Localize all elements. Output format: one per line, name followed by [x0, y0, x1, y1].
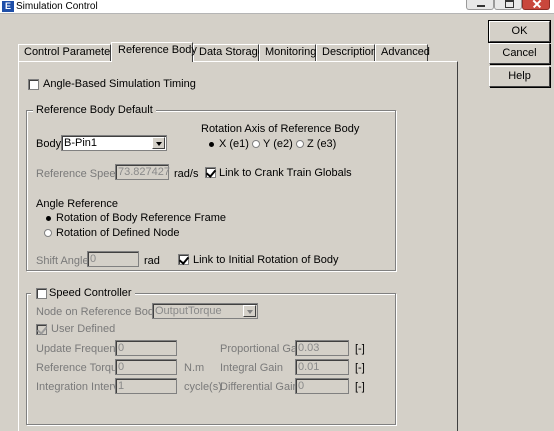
- integral-gain-label: Integral Gain: [220, 362, 283, 374]
- radio-axis-x[interactable]: [209, 142, 214, 147]
- body-frame-label: Rotation of Body Reference Frame: [56, 212, 226, 224]
- ref-speed-label: Reference Speed: [36, 168, 122, 180]
- axis-x-label: X (e1): [219, 138, 249, 150]
- proportional-gain-unit: [-]: [355, 343, 365, 355]
- update-frequency-field[interactable]: 0: [115, 340, 177, 356]
- link-crank-label: Link to Crank Train Globals: [219, 167, 352, 179]
- speed-controller-checkbox[interactable]: [36, 288, 47, 299]
- proportional-gain-field[interactable]: 0.03: [295, 340, 349, 356]
- node-label: Node on Reference Body: [36, 306, 160, 318]
- integral-gain-unit: [-]: [355, 362, 365, 374]
- tab-reference-body[interactable]: Reference Body: [111, 42, 197, 62]
- rotation-axis-label: Rotation Axis of Reference Body: [201, 123, 360, 135]
- integration-interval-field[interactable]: 1: [115, 378, 177, 394]
- tab-control-parameters[interactable]: Control Parameters: [18, 44, 119, 61]
- app-icon: E: [2, 1, 14, 12]
- link-initial-checkbox[interactable]: [178, 254, 189, 265]
- chevron-down-icon[interactable]: [152, 137, 165, 149]
- link-crank-checkbox[interactable]: [205, 167, 216, 178]
- tab-description[interactable]: Description: [316, 44, 377, 61]
- tab-panel-reference-body: Angle-Based Simulation Timing Reference …: [18, 61, 458, 431]
- differential-gain-field[interactable]: 0: [295, 378, 349, 394]
- group-title: Reference Body Default: [33, 103, 156, 117]
- integration-interval-unit: cycle(s): [184, 381, 222, 393]
- angle-reference-label: Angle Reference: [36, 198, 118, 210]
- radio-defined-node[interactable]: [44, 229, 52, 237]
- integration-interval-label: Integration Interval: [36, 381, 128, 393]
- body-label: Body: [36, 138, 62, 150]
- ok-button[interactable]: OK: [488, 20, 551, 43]
- minimize-icon[interactable]: [466, 0, 494, 10]
- reference-torque-unit: N.m: [184, 362, 205, 374]
- reference-body-default-group: Reference Body Default Body B-Pin1 Rotat…: [26, 103, 396, 271]
- reference-torque-field[interactable]: 0: [115, 359, 177, 375]
- user-defined-label: User Defined: [51, 323, 116, 335]
- update-frequency-label: Update Frequency: [36, 343, 127, 355]
- help-button[interactable]: Help: [489, 66, 550, 87]
- ref-speed-unit: rad/s: [174, 168, 199, 180]
- shift-angle-field[interactable]: 0: [87, 251, 139, 267]
- window-title: Simulation Control: [16, 1, 98, 12]
- reference-torque-label: Reference Torque: [36, 362, 124, 374]
- maximize-icon[interactable]: [494, 0, 522, 10]
- title-bar: E Simulation Control: [0, 0, 554, 14]
- tab-monitoring[interactable]: Monitoring: [259, 44, 316, 61]
- cancel-button[interactable]: Cancel: [489, 43, 550, 64]
- shift-angle-unit: rad: [144, 255, 160, 267]
- differential-gain-unit: [-]: [355, 381, 365, 393]
- defined-node-label: Rotation of Defined Node: [56, 227, 180, 239]
- ref-speed-field[interactable]: 73.827427: [115, 164, 170, 180]
- link-initial-label: Link to Initial Rotation of Body: [193, 254, 339, 266]
- proportional-gain-label: Proportional Gain: [220, 343, 306, 355]
- radio-body-frame[interactable]: [46, 216, 51, 221]
- tab-advanced[interactable]: Advanced: [375, 44, 430, 61]
- close-icon[interactable]: [522, 0, 550, 10]
- node-select[interactable]: OutputTorque: [152, 303, 258, 319]
- radio-axis-z[interactable]: [296, 140, 304, 148]
- angle-timing-checkbox[interactable]: [28, 79, 39, 90]
- body-select[interactable]: B-Pin1: [61, 135, 167, 151]
- shift-angle-label: Shift Angle: [36, 255, 89, 267]
- differential-gain-label: Differential Gain: [220, 381, 299, 393]
- axis-z-label: Z (e3): [307, 138, 337, 150]
- chevron-down-icon[interactable]: [243, 305, 256, 317]
- speed-controller-group: Speed Controller Node on Reference Body …: [26, 286, 396, 425]
- radio-axis-y[interactable]: [252, 140, 260, 148]
- integral-gain-field[interactable]: 0.01: [295, 359, 349, 375]
- user-defined-checkbox[interactable]: [36, 324, 47, 335]
- tab-data-storage[interactable]: Data Storage: [193, 44, 264, 61]
- axis-y-label: Y (e2): [263, 138, 293, 150]
- angle-timing-label: Angle-Based Simulation Timing: [43, 78, 196, 90]
